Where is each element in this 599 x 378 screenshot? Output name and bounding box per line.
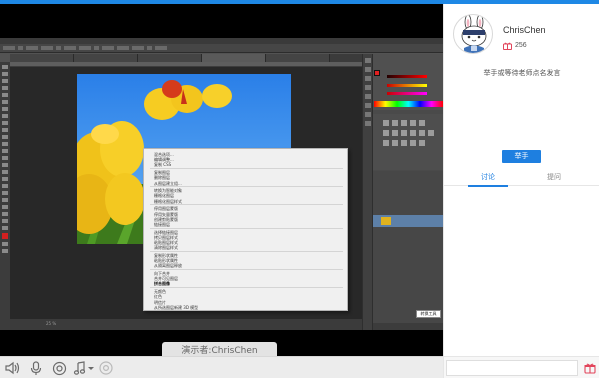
ps-options-bar [0,44,443,53]
username: ChrisChen [503,25,546,35]
context-menu-item[interactable]: 清除图层样式 [154,245,178,250]
layer-row [373,215,443,227]
layers-panel [373,171,443,330]
record-icon[interactable] [98,360,114,376]
context-menu-item[interactable]: 复制 CSS [154,162,171,167]
context-menu-item[interactable]: 栅格化图层样式 [154,199,182,204]
sidebar: ChrisChen 256 举手或等待老师点名发言 举手 讨论 提问 [443,4,599,378]
zoom-readout: 25 % [46,321,57,326]
context-menu-separator [150,287,343,289]
context-menu-separator [150,269,343,270]
presenter-stage: 25 % 混合选项... 编辑调整... 复制 CSS 复制图层 删除图层 从图… [0,4,443,356]
context-menu-item[interactable]: 从图层建立组... [154,181,182,186]
raise-hand-button[interactable]: 举手 [502,150,541,163]
gift-icon[interactable] [584,362,596,374]
avatar [453,14,493,54]
speak-notice: 举手或等待老师点名发言 [483,69,561,77]
context-menu-separator [150,168,343,170]
music-icon[interactable] [73,360,95,376]
flower-count-value: 256 [515,41,527,49]
context-menu-separator [150,227,343,229]
adjustments-panel [373,114,443,170]
chat-bar [444,356,599,378]
speaker-icon[interactable] [4,360,22,376]
context-menu: 混合选项... 编辑调整... 复制 CSS 复制图层 删除图层 从图层建立组... 转换为… [143,148,348,311]
chat-input[interactable] [446,360,578,376]
tab-questions[interactable]: 提问 [530,172,578,186]
tooltip: 转换工具 [416,310,441,318]
context-menu-item[interactable]: 拼合图像 [154,281,170,286]
tab-discussion[interactable]: 讨论 [464,172,512,187]
context-menu-separator [150,250,343,252]
camera-icon[interactable] [51,360,67,376]
presenter-label: 演示者:ChrisChen [162,342,277,356]
flower-count: 256 [503,40,527,50]
microphone-icon[interactable] [28,360,44,376]
context-menu-item[interactable]: 链接图层 [154,222,170,227]
ps-document-tabs [10,54,362,62]
ps-toolbox [0,62,10,330]
color-panel [373,54,443,110]
context-menu-separator [150,204,343,206]
ps-panels [362,54,443,330]
sidebar-tabs: 讨论 提问 [444,169,599,187]
context-menu-item[interactable]: 从所选图层新建 3D 模型 [154,305,198,310]
control-bar [0,356,443,378]
flower-icon [503,42,512,50]
ps-status-bar: 25 % [10,319,362,330]
context-menu-item[interactable]: 从隔离图层释放 [154,263,182,268]
